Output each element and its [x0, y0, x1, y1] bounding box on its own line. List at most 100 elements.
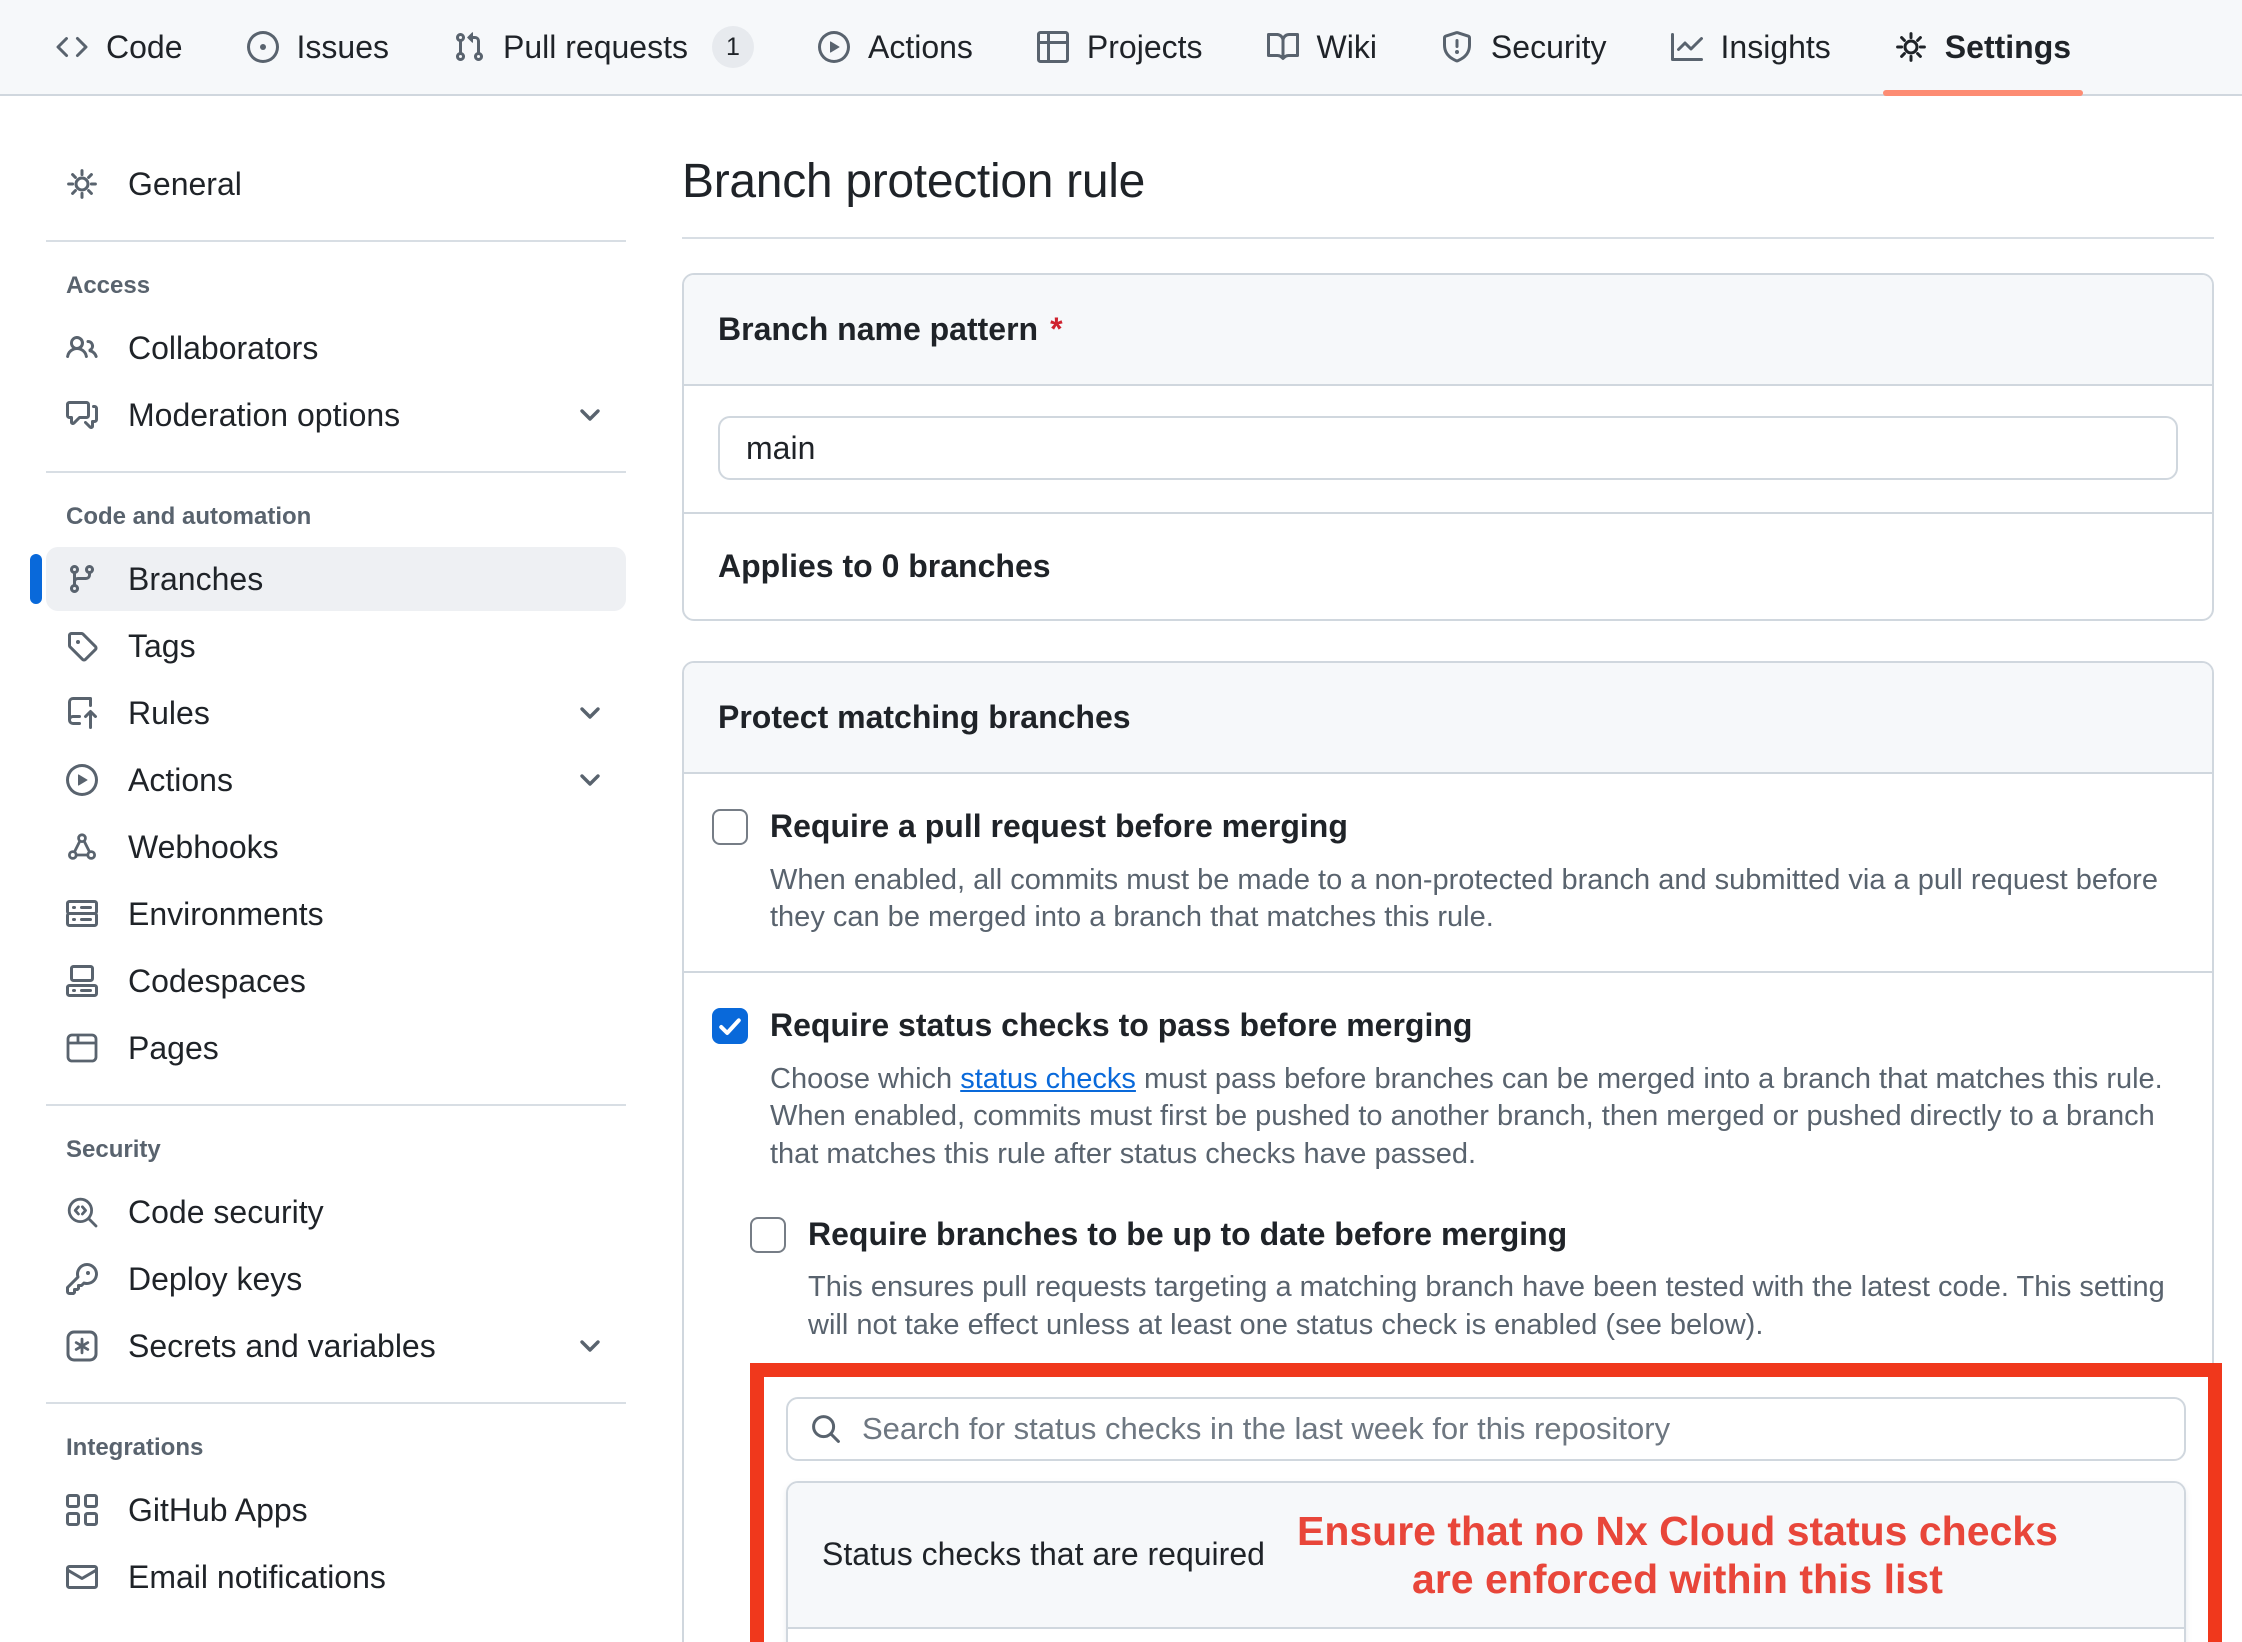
branch-name-pattern-input[interactable]: [718, 416, 2178, 480]
browser-icon: [66, 1032, 98, 1064]
tab-label: Code: [106, 29, 183, 66]
git-pull-request-icon: [453, 31, 485, 63]
sidebar-item-label: GitHub Apps: [128, 1492, 308, 1529]
sidebar-item-email-notifications[interactable]: Email notifications: [46, 1545, 626, 1609]
codescan-icon: [66, 1196, 98, 1228]
play-icon: [818, 31, 850, 63]
status-check-search: [786, 1397, 2186, 1461]
sidebar-item-label: Secrets and variables: [128, 1328, 436, 1365]
gear-icon: [1895, 31, 1927, 63]
graph-icon: [1671, 31, 1703, 63]
settings-sidebar: General Access Collaborators Moderation …: [0, 96, 660, 1642]
chevron-down-icon: [574, 697, 606, 729]
sidebar-item-label: Webhooks: [128, 829, 279, 866]
required-asterisk: *: [1050, 311, 1062, 347]
sidebar-item-codespaces[interactable]: Codespaces: [46, 949, 626, 1013]
sidebar-section-title-security: Security: [46, 1136, 626, 1164]
branch-name-pattern-body: [684, 386, 2212, 512]
sidebar-item-webhooks[interactable]: Webhooks: [46, 815, 626, 879]
webhook-icon: [66, 831, 98, 863]
sidebar-item-label: Tags: [128, 628, 196, 665]
sidebar-item-tags[interactable]: Tags: [46, 614, 626, 678]
tab-wiki[interactable]: Wiki: [1241, 0, 1403, 94]
chevron-down-icon: [574, 399, 606, 431]
sidebar-item-pages[interactable]: Pages: [46, 1016, 626, 1080]
rule-require-up-to-date: Require branches to be up to date before…: [750, 1214, 2184, 1642]
sidebar-item-secrets-and-variables[interactable]: Secrets and variables: [46, 1314, 626, 1378]
sidebar-item-label: Rules: [128, 695, 210, 732]
chevron-down-icon: [574, 764, 606, 796]
rule-label: Require a pull request before merging: [770, 806, 1348, 848]
description-text: Choose which: [770, 1063, 960, 1095]
book-icon: [1267, 31, 1299, 63]
shield-icon: [1441, 31, 1473, 63]
sidebar-item-actions[interactable]: Actions: [46, 748, 626, 812]
code-icon: [56, 31, 88, 63]
required-status-checks-box: Status checks that are required Ensure t…: [786, 1481, 2186, 1642]
tab-issues[interactable]: Issues: [221, 0, 415, 94]
status-check-search-input[interactable]: [786, 1397, 2186, 1461]
chevron-down-icon: [574, 1330, 606, 1362]
require-up-to-date-checkbox[interactable]: [750, 1217, 786, 1253]
apps-icon: [66, 1494, 98, 1526]
mail-icon: [66, 1561, 98, 1593]
tab-label: Security: [1491, 29, 1607, 66]
annotation-line-1: Ensure that no Nx Cloud status checks: [1265, 1507, 2090, 1555]
sidebar-item-general[interactable]: General: [46, 152, 626, 216]
sidebar-item-rules[interactable]: Rules: [46, 681, 626, 745]
rule-require-status-checks: Require status checks to pass before mer…: [684, 971, 2212, 1642]
tab-insights[interactable]: Insights: [1645, 0, 1857, 94]
tab-label: Projects: [1087, 29, 1203, 66]
sidebar-item-moderation-options[interactable]: Moderation options: [46, 383, 626, 447]
sidebar-item-environments[interactable]: Environments: [46, 882, 626, 946]
sidebar-divider: [46, 240, 626, 242]
rule-label: Require branches to be up to date before…: [808, 1214, 1567, 1256]
sidebar-item-branches[interactable]: Branches: [46, 547, 626, 611]
issue-opened-icon: [247, 31, 279, 63]
sidebar-item-label: Pages: [128, 1030, 219, 1067]
protect-matching-branches-header: Protect matching branches: [684, 663, 2212, 774]
rule-description: Choose which status checks must pass bef…: [770, 1061, 2184, 1174]
sidebar-item-label: Actions: [128, 762, 233, 799]
branch-name-pattern-header: Branch name pattern*: [684, 275, 2212, 386]
tab-settings[interactable]: Settings: [1869, 0, 2097, 94]
require-status-checks-checkbox[interactable]: [712, 1008, 748, 1044]
sidebar-item-label: Code security: [128, 1194, 324, 1231]
tag-icon: [66, 630, 98, 662]
server-icon: [66, 898, 98, 930]
sidebar-item-label: Branches: [128, 561, 263, 598]
sidebar-item-github-apps[interactable]: GitHub Apps: [46, 1478, 626, 1542]
sidebar-section-title-access: Access: [46, 272, 626, 300]
sidebar-section-title-integrations: Integrations: [46, 1434, 626, 1462]
repo-tab-bar: Code Issues Pull requests 1 Actions Proj…: [0, 0, 2242, 96]
branch-name-pattern-card: Branch name pattern* Applies to 0 branch…: [682, 273, 2214, 621]
sidebar-item-collaborators[interactable]: Collaborators: [46, 316, 626, 380]
tab-label: Actions: [868, 29, 973, 66]
tab-projects[interactable]: Projects: [1011, 0, 1229, 94]
annotation-highlight-box: Status checks that are required Ensure t…: [750, 1363, 2222, 1642]
tab-pull-requests[interactable]: Pull requests 1: [427, 0, 780, 94]
rule-description: This ensures pull requests targeting a m…: [808, 1269, 2184, 1344]
applies-to-branches: Applies to 0 branches: [684, 512, 2212, 619]
codespaces-icon: [66, 965, 98, 997]
sidebar-item-code-security[interactable]: Code security: [46, 1180, 626, 1244]
tab-actions[interactable]: Actions: [792, 0, 999, 94]
rule-label: Require status checks to pass before mer…: [770, 1005, 1472, 1047]
require-pull-request-checkbox[interactable]: [712, 809, 748, 845]
status-check-row: main GitHub Actions: [788, 1629, 2184, 1642]
tab-security[interactable]: Security: [1415, 0, 1633, 94]
status-checks-link[interactable]: status checks: [960, 1063, 1136, 1095]
repo-push-icon: [66, 697, 98, 729]
asterisk-box-icon: [66, 1330, 98, 1362]
table-icon: [1037, 31, 1069, 63]
key-icon: [66, 1263, 98, 1295]
annotation-note: Ensure that no Nx Cloud status checks ar…: [1265, 1507, 2150, 1604]
sidebar-item-deploy-keys[interactable]: Deploy keys: [46, 1247, 626, 1311]
sidebar-divider: [46, 1104, 626, 1106]
rule-require-pull-request: Require a pull request before merging Wh…: [684, 774, 2212, 971]
search-icon: [810, 1413, 842, 1445]
tab-code[interactable]: Code: [30, 0, 209, 94]
sidebar-item-label: Collaborators: [128, 330, 318, 367]
git-branch-icon: [66, 563, 98, 595]
play-icon: [66, 764, 98, 796]
